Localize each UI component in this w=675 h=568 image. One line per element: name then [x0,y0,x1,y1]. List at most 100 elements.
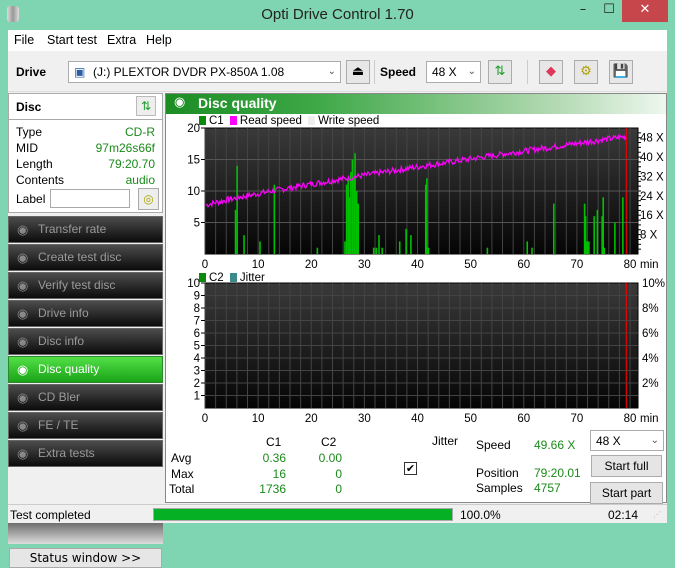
progress-label: 100.0% [460,508,501,522]
jitter-checkbox[interactable]: ✔ [404,462,417,475]
disc-icon: ◉ [17,222,29,237]
disc-row-mid: MID 97m26s66f [16,141,155,157]
nav-item-label: Extra tests [38,446,95,460]
disc-refresh-button[interactable]: ⇅ [136,96,156,116]
client-area: File Start test Extra Help Drive ▣ (J:) … [8,30,667,568]
y2-tick-label: 48 X [640,133,664,145]
nav-item-drive-info[interactable]: ◉ Drive info [8,300,163,327]
maximize-button[interactable]: ☐ [596,0,622,22]
c1-bar [596,209,599,254]
test-speed-value: 48 X [596,434,621,448]
start-full-button[interactable]: Start full [591,455,662,477]
progress-bar [153,508,453,521]
disc-value: 97m26s66f [95,141,155,155]
disc-value: audio [125,173,155,187]
c1-bar [357,203,360,254]
x-tick-label: 30 [358,413,371,425]
status-window-button[interactable]: Status window >> [9,548,162,568]
disc-label-input[interactable] [50,189,130,208]
x-tick-label: 80 [624,413,637,425]
c1-bar [614,222,616,254]
disc-value: 79:20.70 [108,157,155,171]
eject-button[interactable]: ⏏ [346,60,370,84]
nav-item-create-test-disc[interactable]: ◉ Create test disc [8,244,163,271]
c1-bar [405,228,407,254]
disc-icon: ◉ [17,306,29,321]
disc-key: MID [16,141,38,155]
divider [9,119,162,120]
x-tick-label: 60 [517,413,530,425]
status-bar: Test completed 100.0% 02:14 ⋰ [8,504,667,523]
minimize-button[interactable]: – [570,0,596,22]
refresh-icon: ⇅ [494,64,506,79]
position-value: 79:20.01 [534,466,581,480]
speed-select-value: 48 X [432,65,457,79]
y-tick-label: 10 [187,278,200,290]
close-button[interactable]: ✕ [622,0,668,22]
c1-bar [348,197,351,254]
c1-bar [398,241,401,254]
disc-icon: ◉ [17,334,29,349]
disc-label-button[interactable]: ◎ [138,188,159,210]
c1-bar [552,203,555,254]
stats-avg-c1: 0.36 [262,451,286,465]
c1-bar [316,247,319,254]
y-tick-label: 7 [194,316,200,328]
drive-select-value: (J:) PLEXTOR DVDR PX-850A 1.08 [93,65,285,79]
speed-value: 49.66 X [534,438,576,452]
c1-bar [259,241,261,254]
x-axis-unit: min [640,413,659,425]
position-label: Position [476,466,519,480]
save-button[interactable]: 💾 [609,60,633,84]
stats-max-label: Max [171,467,194,481]
refresh-button[interactable]: ⇅ [488,60,512,84]
disc-key: Type [16,125,43,139]
menu-bar: File Start test Extra Help [8,30,667,51]
toolbar-separator [527,60,528,84]
disc-icon: ◉ [17,390,29,405]
speed-select[interactable]: 48 X ⌄ [426,61,481,83]
y-tick-label: 5 [194,218,200,230]
erase-button[interactable]: ◆ [539,60,563,84]
nav-item-extra-tests[interactable]: ◉ Extra tests [8,440,163,467]
title-bar: Opti Drive Control 1.70 – ☐ ✕ [0,0,675,30]
nav-item-verify-test-disc[interactable]: ◉ Verify test disc [8,272,163,299]
y2-tick-label: 40 X [640,152,664,164]
disc-key: Contents [16,173,65,187]
c1-bar [345,184,348,254]
disc-icon: ◉ [17,446,29,461]
nav-item-label: Drive info [38,306,89,320]
x-tick-label: 0 [202,413,208,425]
toolbar: Drive ▣ (J:) PLEXTOR DVDR PX-850A 1.08 ⌄… [8,52,667,92]
menu-extra[interactable]: Extra [107,33,136,47]
c1-bar [410,235,412,254]
y2-tick-label: 10% [642,278,665,290]
nav-item-label: Verify test disc [38,278,116,292]
nav-item-label: Create test disc [38,250,122,264]
eject-icon: ⏏ [351,64,365,79]
y2-tick-label: 8% [642,303,659,315]
nav-item-fe-te[interactable]: ◉ FE / TE [8,412,163,439]
x-tick-label: 40 [411,413,424,425]
c1-bar [354,153,356,254]
menu-help[interactable]: Help [146,33,172,47]
x-tick-label: 20 [305,413,318,425]
test-speed-select[interactable]: 48 X ⌄ [590,430,664,451]
nav-item-disc-quality[interactable]: ◉ Disc quality [8,356,163,383]
nav-item-cd-bler[interactable]: ◉ CD Bler [8,384,163,411]
nav-item-disc-info[interactable]: ◉ Disc info [8,328,163,355]
settings-button[interactable]: ⚙ [574,60,598,84]
nav-item-transfer-rate[interactable]: ◉ Transfer rate [8,216,163,243]
drive-select[interactable]: ▣ (J:) PLEXTOR DVDR PX-850A 1.08 ⌄ [68,61,341,83]
start-part-button[interactable]: Start part [590,482,663,504]
elapsed-time: 02:14 [608,508,639,522]
resize-grip-icon[interactable]: ⋰ [653,510,661,519]
nav-item-label: Transfer rate [38,222,107,236]
c1-bar [378,235,380,254]
menu-start-test[interactable]: Start test [47,33,97,47]
c1-bar [593,216,595,254]
disc-key: Length [16,157,53,171]
stats-header-c2: C2 [321,435,337,449]
menu-file[interactable]: File [14,33,34,47]
disc-title: Disc [16,100,42,114]
